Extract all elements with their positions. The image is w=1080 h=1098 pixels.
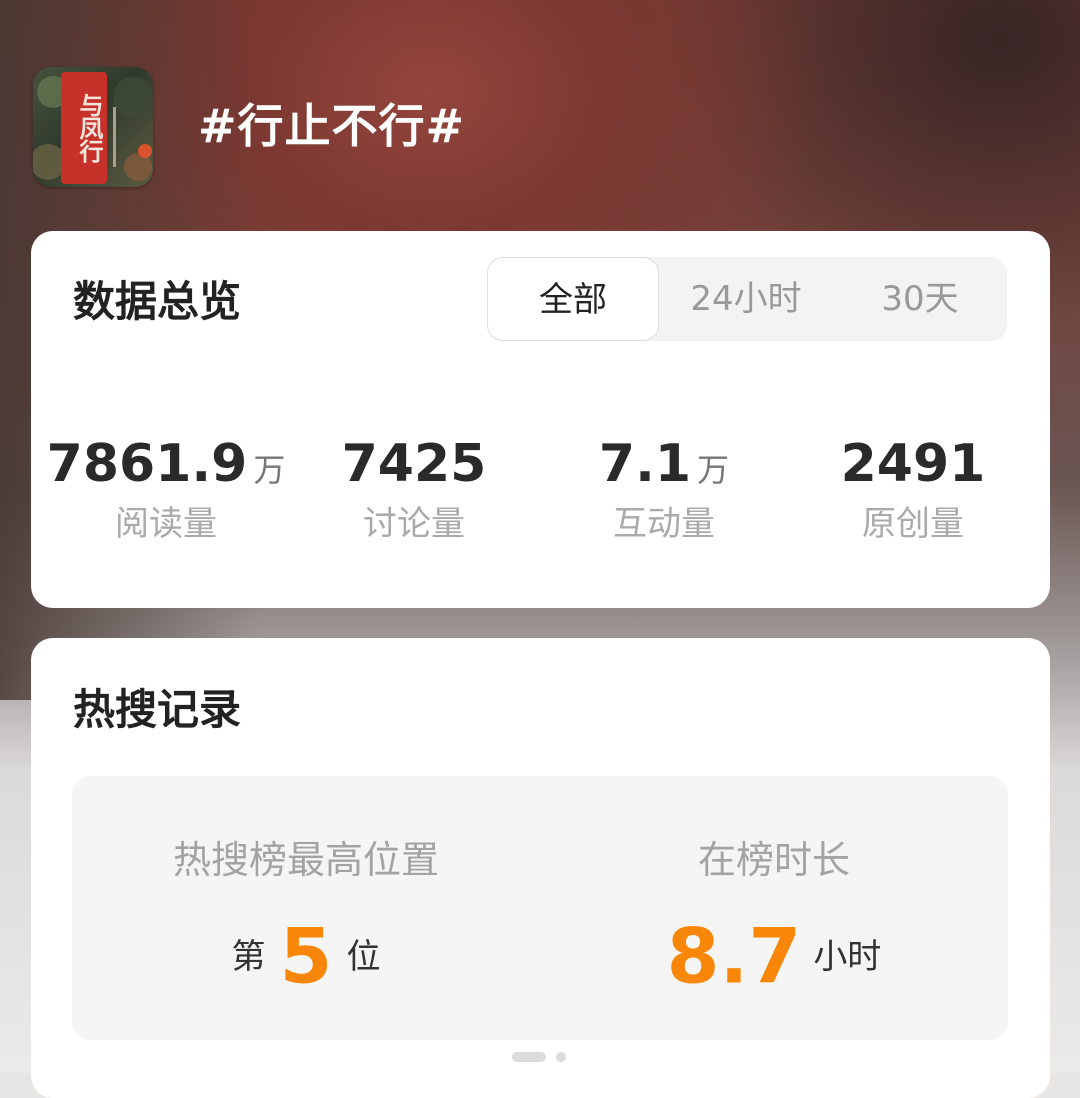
stat-interactions: 7.1 万 互动量 bbox=[539, 431, 789, 546]
rank-value: 5 bbox=[279, 911, 333, 1001]
stat-originals: 2491 原创量 bbox=[788, 431, 1038, 546]
hot-search-title: 热搜记录 bbox=[73, 685, 242, 734]
tab-all[interactable]: 全部 bbox=[487, 257, 659, 341]
hot-search-record-box: 热搜榜最高位置 第5位 在榜时长 8.7 小时 bbox=[72, 776, 1008, 1040]
page-indicator-dot bbox=[556, 1052, 566, 1062]
stat-reads-label: 阅读量 bbox=[115, 504, 217, 544]
time-range-tabs: 全部 24小时 30天 bbox=[487, 257, 1007, 341]
listing-duration: 在榜时长 8.7 小时 bbox=[540, 776, 1008, 1040]
logo-text: 与凤行 bbox=[75, 92, 104, 162]
topic-title: #行止不行# bbox=[198, 99, 466, 153]
stat-reads-value: 7861.9 bbox=[46, 434, 248, 494]
highest-rank-label: 热搜榜最高位置 bbox=[172, 838, 439, 882]
listing-duration-label: 在榜时长 bbox=[697, 838, 850, 882]
rank-prefix: 第 bbox=[231, 936, 266, 977]
rank-suffix: 位 bbox=[346, 936, 381, 977]
page-indicator-active bbox=[512, 1052, 546, 1062]
stat-originals-label: 原创量 bbox=[862, 504, 964, 544]
overview-title: 数据总览 bbox=[73, 277, 242, 326]
stat-reads: 7861.9 万 阅读量 bbox=[41, 431, 291, 546]
duration-unit: 小时 bbox=[813, 936, 882, 977]
stat-originals-value: 2491 bbox=[840, 434, 986, 494]
tab-30-days[interactable]: 30天 bbox=[833, 257, 1007, 341]
duration-value: 8.7 bbox=[666, 911, 802, 1001]
highest-rank: 热搜榜最高位置 第5位 bbox=[72, 776, 540, 1040]
topic-logo[interactable]: 与凤行 bbox=[33, 67, 153, 187]
stat-discussions: 7425 讨论量 bbox=[289, 431, 539, 546]
overview-card: 数据总览 全部 24小时 30天 7861.9 万 阅读量 7425 讨论量 7.… bbox=[31, 231, 1050, 608]
stat-discussions-value: 7425 bbox=[341, 434, 487, 494]
stat-interactions-value: 7.1 bbox=[598, 434, 692, 494]
stat-interactions-unit: 万 bbox=[697, 451, 730, 489]
tab-24-hours[interactable]: 24小时 bbox=[659, 257, 833, 341]
stat-interactions-label: 互动量 bbox=[613, 504, 715, 544]
stat-reads-unit: 万 bbox=[253, 451, 286, 489]
stat-discussions-label: 讨论量 bbox=[363, 504, 465, 544]
hot-search-card: 热搜记录 热搜榜最高位置 第5位 在榜时长 8.7 小时 bbox=[31, 638, 1050, 1098]
